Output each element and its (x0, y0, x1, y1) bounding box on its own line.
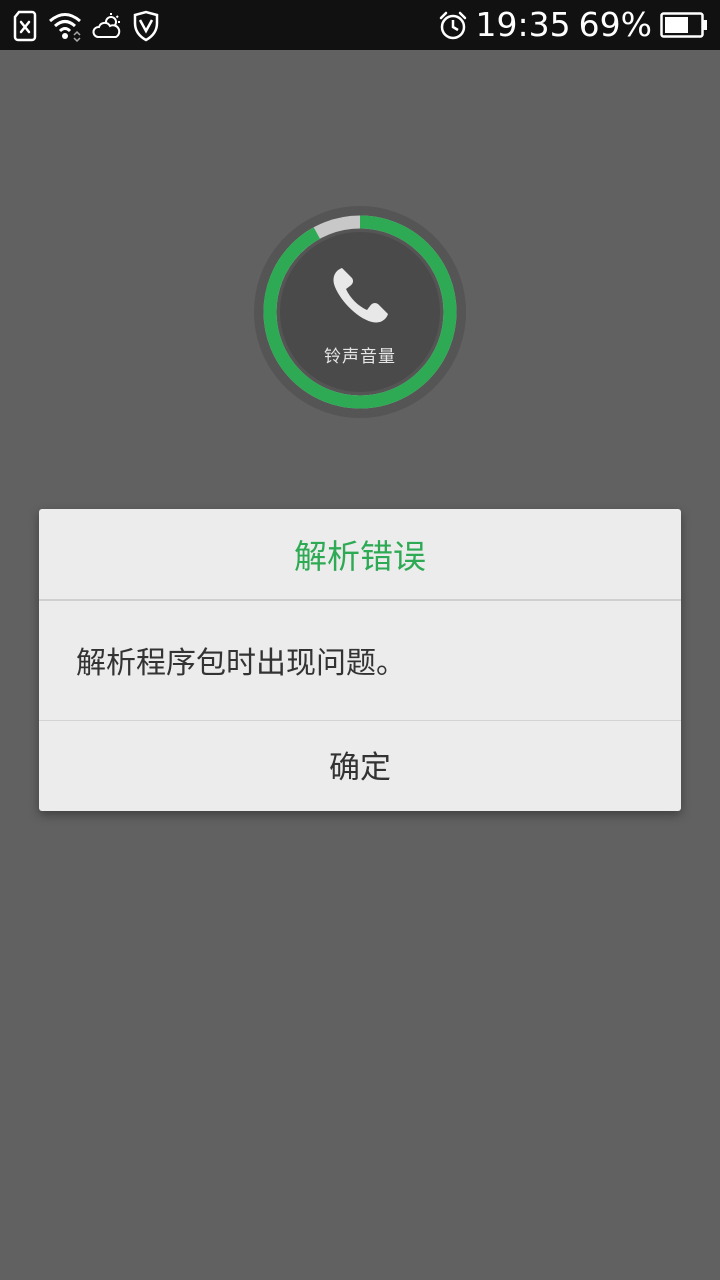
dialog-divider (39, 599, 681, 601)
parse-error-dialog: 解析错误 解析程序包时出现问题。 确定 (39, 509, 681, 811)
battery-percent: 69% (578, 5, 652, 44)
status-time: 19:35 (475, 5, 571, 44)
volume-label: 铃声音量 (324, 347, 396, 367)
dialog-message: 解析程序包时出现问题。 (76, 646, 406, 681)
cloudy-weather-icon (92, 10, 122, 40)
sim-error-icon (12, 10, 38, 42)
ringtone-volume-widget: 铃声音量 (254, 206, 466, 418)
shield-icon (132, 10, 160, 42)
dialog-title: 解析错误 (294, 537, 426, 576)
confirm-button[interactable]: 确定 (39, 721, 681, 809)
wifi-icon (48, 10, 82, 43)
status-bar: 19:35 69% (0, 0, 720, 50)
alarm-clock-icon (438, 10, 468, 40)
screen: 19:35 69% 铃声音量 解析错误 解析程序包时出现问题。 确定 (0, 0, 720, 1280)
status-bar-right: 19:35 69% (438, 6, 708, 44)
phone-icon (328, 264, 392, 328)
status-bar-left (12, 8, 160, 43)
battery-icon (660, 10, 708, 40)
